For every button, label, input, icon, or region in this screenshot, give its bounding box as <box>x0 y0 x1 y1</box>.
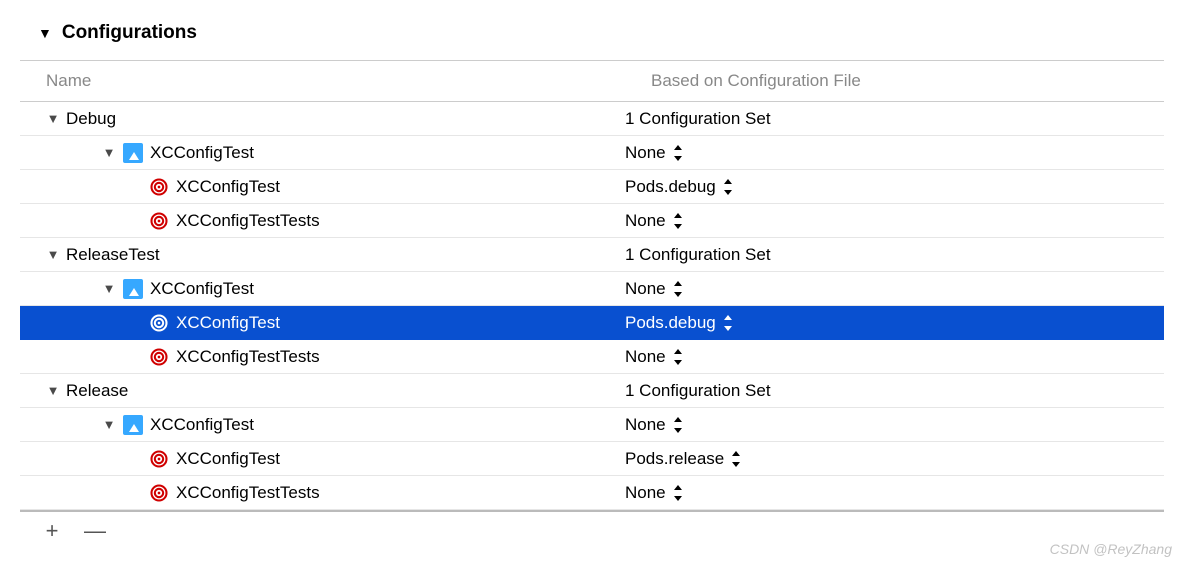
row-value[interactable]: Pods.release <box>625 449 724 469</box>
app-icon <box>122 143 144 163</box>
row-name: XCConfigTest <box>150 279 254 299</box>
disclosure-triangle-icon[interactable]: ▼ <box>46 111 60 126</box>
table-row[interactable]: XCConfigTestTests None <box>20 476 1164 510</box>
dropdown-arrows-icon[interactable] <box>672 349 684 365</box>
row-value[interactable]: None <box>625 347 666 367</box>
row-value[interactable]: None <box>625 279 666 299</box>
row-value[interactable]: None <box>625 143 666 163</box>
table-header: Name Based on Configuration File <box>20 61 1164 102</box>
target-icon <box>148 211 170 231</box>
row-name: XCConfigTestTests <box>176 347 320 367</box>
add-button[interactable]: + <box>42 518 62 544</box>
row-name: XCConfigTest <box>150 143 254 163</box>
row-value[interactable]: Pods.debug <box>625 313 716 333</box>
table-row[interactable]: XCConfigTestTests None <box>20 204 1164 238</box>
table-row[interactable]: ▼ XCConfigTest None <box>20 136 1164 170</box>
dropdown-arrows-icon[interactable] <box>672 417 684 433</box>
row-value: 1 Configuration Set <box>625 109 771 129</box>
row-name: XCConfigTestTests <box>176 483 320 503</box>
row-name: XCConfigTest <box>150 415 254 435</box>
table-row[interactable]: ▼ XCConfigTest None <box>20 272 1164 306</box>
watermark: CSDN @ReyZhang <box>1050 541 1172 557</box>
row-name: XCConfigTest <box>176 449 280 469</box>
table-row[interactable]: ▼ Release 1 Configuration Set <box>20 374 1164 408</box>
section-title: Configurations <box>62 22 197 44</box>
row-value[interactable]: None <box>625 211 666 231</box>
row-name: XCConfigTestTests <box>176 211 320 231</box>
row-name: Debug <box>66 109 116 129</box>
row-name: ReleaseTest <box>66 245 160 265</box>
row-name: Release <box>66 381 128 401</box>
row-value[interactable]: None <box>625 415 666 435</box>
row-value: 1 Configuration Set <box>625 245 771 265</box>
remove-button[interactable]: — <box>84 518 104 544</box>
target-icon <box>148 449 170 469</box>
configurations-table: Name Based on Configuration File ▼ Debug 1… <box>20 60 1164 510</box>
row-name: XCConfigTest <box>176 177 280 197</box>
row-value[interactable]: None <box>625 483 666 503</box>
table-row[interactable]: XCConfigTest Pods.release <box>20 442 1164 476</box>
dropdown-arrows-icon[interactable] <box>730 451 742 467</box>
row-value[interactable]: Pods.debug <box>625 177 716 197</box>
dropdown-arrows-icon[interactable] <box>722 179 734 195</box>
column-header-name[interactable]: Name <box>46 71 651 91</box>
app-icon <box>122 415 144 435</box>
table-row[interactable]: ▼ Debug 1 Configuration Set <box>20 102 1164 136</box>
dropdown-arrows-icon[interactable] <box>672 145 684 161</box>
table-row[interactable]: ▼ XCConfigTest None <box>20 408 1164 442</box>
table-row[interactable]: ▼ ReleaseTest 1 Configuration Set <box>20 238 1164 272</box>
disclosure-triangle-icon[interactable]: ▼ <box>102 145 116 160</box>
disclosure-triangle-icon[interactable]: ▼ <box>46 247 60 262</box>
table-row[interactable]: XCConfigTest Pods.debug <box>20 170 1164 204</box>
app-icon <box>122 279 144 299</box>
dropdown-arrows-icon[interactable] <box>672 485 684 501</box>
table-row[interactable]: XCConfigTest Pods.debug <box>20 306 1164 340</box>
column-header-based[interactable]: Based on Configuration File <box>651 71 1164 91</box>
target-icon <box>148 177 170 197</box>
target-icon <box>148 313 170 333</box>
dropdown-arrows-icon[interactable] <box>722 315 734 331</box>
table-footer: + — <box>20 510 1164 550</box>
configurations-section-header[interactable]: ▼ Configurations <box>20 20 1164 60</box>
disclosure-triangle-icon[interactable]: ▼ <box>102 417 116 432</box>
table-body: ▼ Debug 1 Configuration Set ▼ XCConfigTest No… <box>20 102 1164 510</box>
table-row[interactable]: XCConfigTestTests None <box>20 340 1164 374</box>
target-icon <box>148 347 170 367</box>
target-icon <box>148 483 170 503</box>
row-name: XCConfigTest <box>176 313 280 333</box>
disclosure-triangle-icon: ▼ <box>38 25 52 41</box>
disclosure-triangle-icon[interactable]: ▼ <box>46 383 60 398</box>
dropdown-arrows-icon[interactable] <box>672 213 684 229</box>
dropdown-arrows-icon[interactable] <box>672 281 684 297</box>
row-value: 1 Configuration Set <box>625 381 771 401</box>
disclosure-triangle-icon[interactable]: ▼ <box>102 281 116 296</box>
